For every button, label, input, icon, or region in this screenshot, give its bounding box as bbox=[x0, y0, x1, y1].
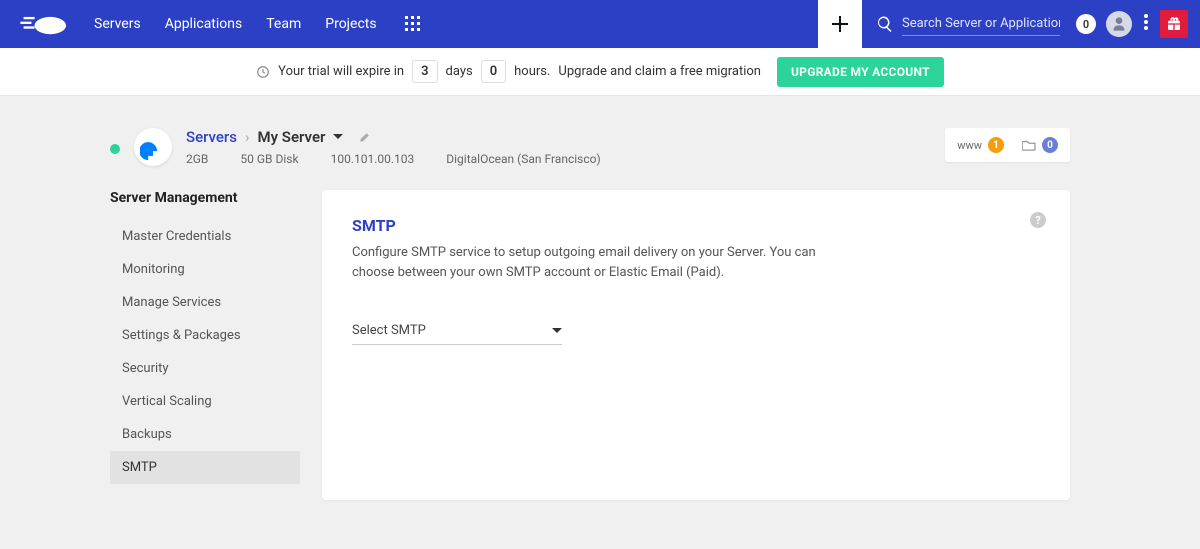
sidebar-list: Master Credentials Monitoring Manage Ser… bbox=[110, 220, 300, 484]
smtp-select-label: Select SMTP bbox=[352, 323, 426, 338]
search-count-badge: 0 bbox=[1076, 14, 1096, 34]
cloud-logo-icon bbox=[20, 13, 68, 35]
meta-disk: 50 GB Disk bbox=[240, 152, 298, 166]
nav-servers[interactable]: Servers bbox=[94, 16, 141, 32]
sidebar-item-settings-packages[interactable]: Settings & Packages bbox=[110, 319, 300, 352]
card-desc: Configure SMTP service to setup outgoing… bbox=[352, 243, 832, 283]
search-icon bbox=[876, 15, 894, 33]
breadcrumb-root[interactable]: Servers bbox=[186, 128, 237, 146]
upgrade-button[interactable]: UPGRADE MY ACCOUNT bbox=[777, 57, 944, 87]
meta-ip: 100.101.00.103 bbox=[331, 152, 415, 166]
sidebar-heading: Server Management bbox=[110, 190, 300, 206]
gift-icon bbox=[1166, 16, 1182, 32]
trial-hours: 0 bbox=[481, 60, 506, 83]
server-chips: www 1 0 bbox=[945, 128, 1070, 162]
card-title: SMTP bbox=[352, 216, 1040, 235]
caret-down-icon[interactable] bbox=[333, 132, 343, 142]
sidebar-item-vertical-scaling[interactable]: Vertical Scaling bbox=[110, 385, 300, 418]
server-meta: 2GB 50 GB Disk 100.101.00.103 DigitalOce… bbox=[186, 152, 601, 166]
status-dot-icon bbox=[110, 144, 120, 154]
kebab-icon bbox=[1144, 14, 1148, 30]
chip-www[interactable]: www 1 bbox=[957, 137, 1004, 153]
plus-icon bbox=[832, 16, 848, 32]
primary-nav: Servers Applications Team Projects bbox=[94, 16, 377, 32]
trial-hours-label: hours. bbox=[514, 64, 550, 79]
sidebar-item-security[interactable]: Security bbox=[110, 352, 300, 385]
chip-apps-count: 0 bbox=[1042, 137, 1058, 153]
search-wrap: 0 bbox=[876, 12, 1096, 36]
avatar[interactable] bbox=[1106, 11, 1132, 37]
app-grid-button[interactable] bbox=[405, 16, 421, 32]
chevron-down-icon bbox=[552, 326, 562, 336]
meta-provider: DigitalOcean (San Francisco) bbox=[446, 152, 600, 166]
provider-logo bbox=[134, 128, 172, 166]
trial-bar: Your trial will expire in 3 days 0 hours… bbox=[0, 48, 1200, 96]
breadcrumb-current[interactable]: My Server bbox=[257, 128, 325, 146]
smtp-select[interactable]: Select SMTP bbox=[352, 317, 562, 345]
topbar: Servers Applications Team Projects 0 bbox=[0, 0, 1200, 48]
sidebar: Server Management Master Credentials Mon… bbox=[110, 190, 300, 500]
breadcrumb: Servers › My Server bbox=[186, 128, 601, 146]
edit-icon[interactable] bbox=[359, 131, 371, 143]
search-input[interactable] bbox=[902, 12, 1060, 36]
logo[interactable] bbox=[0, 13, 88, 35]
main-card: ? SMTP Configure SMTP service to setup o… bbox=[322, 190, 1070, 500]
grid-icon bbox=[405, 16, 421, 32]
nav-team[interactable]: Team bbox=[266, 16, 301, 32]
sidebar-item-master-credentials[interactable]: Master Credentials bbox=[110, 220, 300, 253]
sidebar-item-manage-services[interactable]: Manage Services bbox=[110, 286, 300, 319]
sidebar-item-smtp[interactable]: SMTP bbox=[110, 451, 300, 484]
chevron-right-icon: › bbox=[245, 128, 250, 146]
trial-days-label: days bbox=[446, 64, 473, 79]
sidebar-item-monitoring[interactable]: Monitoring bbox=[110, 253, 300, 286]
trial-suffix: Upgrade and claim a free migration bbox=[558, 64, 761, 79]
chip-apps[interactable]: 0 bbox=[1022, 137, 1058, 153]
add-button[interactable] bbox=[818, 0, 862, 48]
clock-icon bbox=[256, 65, 270, 79]
nav-applications[interactable]: Applications bbox=[165, 16, 243, 32]
user-icon bbox=[1111, 16, 1127, 32]
server-header-row: Servers › My Server 2GB 50 GB Disk 100.1… bbox=[0, 96, 1200, 166]
chip-www-count: 1 bbox=[988, 137, 1004, 153]
sidebar-item-backups[interactable]: Backups bbox=[110, 418, 300, 451]
gift-button[interactable] bbox=[1160, 10, 1188, 38]
trial-prefix: Your trial will expire in bbox=[278, 64, 404, 79]
content-row: Server Management Master Credentials Mon… bbox=[0, 166, 1200, 500]
chip-www-label: www bbox=[957, 139, 982, 152]
more-menu[interactable] bbox=[1140, 14, 1152, 34]
digitalocean-icon bbox=[140, 134, 166, 160]
help-icon[interactable]: ? bbox=[1030, 212, 1046, 228]
trial-days: 3 bbox=[412, 60, 437, 83]
nav-projects[interactable]: Projects bbox=[325, 16, 376, 32]
folder-icon bbox=[1022, 139, 1036, 151]
meta-ram: 2GB bbox=[186, 152, 208, 166]
